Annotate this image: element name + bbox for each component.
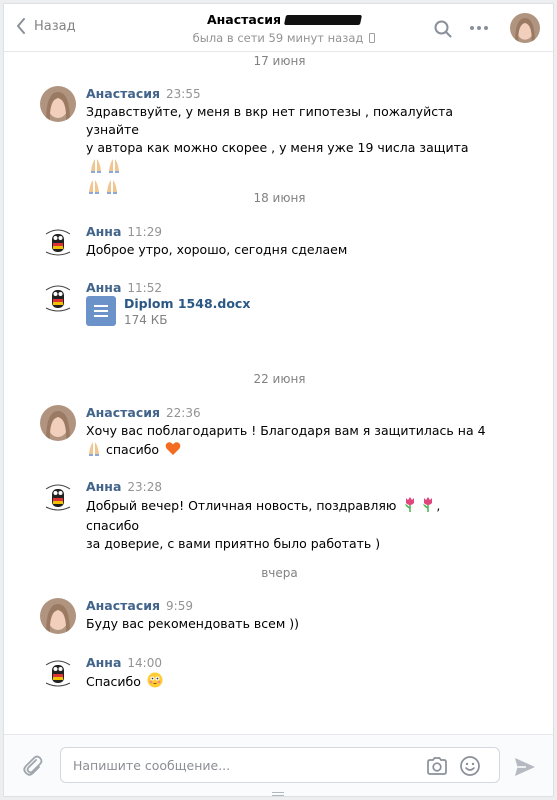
search-button[interactable] [434,20,452,41]
message-text: Доброе утро, хорошо, сегодня сделаем [86,242,348,257]
message-item[interactable]: Анна 11:52 Diplom 1548.docx 174 КБ [40,280,520,340]
send-button[interactable] [514,757,536,780]
last-seen-status: была в сети 59 минут назад [193,31,376,45]
avatar[interactable] [40,479,76,515]
avatar[interactable] [40,224,76,260]
date-separator: 22 июня [253,372,306,386]
tulip-emoji [420,496,436,517]
message-author[interactable]: Анна [86,280,121,295]
send-icon [515,758,535,776]
file-size: 174 КБ [124,313,168,327]
file-name[interactable]: Diplom 1548.docx [124,296,250,311]
search-icon [434,20,452,38]
message-text: Здравствуйте, у меня в вкр нет гипотезы … [86,103,486,199]
message-author[interactable]: Анна [86,224,121,239]
smile-icon [460,756,480,776]
more-dots-icon[interactable] [470,26,488,30]
message-input[interactable] [61,748,401,782]
header-avatar[interactable] [510,13,540,43]
attach-icon [23,755,43,776]
avatar[interactable] [40,280,76,316]
message-author[interactable]: Анна [86,655,121,670]
file-attachment[interactable]: Diplom 1548.docx 174 КБ [86,296,250,327]
message-time[interactable]: 23:28 [127,480,162,494]
message-text: Буду вас рекомендовать всем )) [86,616,300,631]
message-time[interactable]: 14:00 [127,656,162,670]
heart-emoji [165,441,181,461]
date-separator: вчера [261,566,298,580]
redacted-surname [283,14,363,25]
message-item[interactable]: Анна 23:28 Добрый вечер! Отличная новость… [40,479,520,551]
chat-header: Назад Анастасия была в сети 59 минут наз… [4,4,553,52]
message-author[interactable]: Анастасия [86,405,160,420]
avatar[interactable] [40,86,76,122]
back-label: Назад [34,18,76,34]
praying-hands-emoji [106,157,122,178]
emoji-button[interactable] [459,755,481,780]
message-item[interactable]: Анна 11:29 Доброе утро, хорошо, сегодня с… [40,224,520,264]
message-text: Спасибо [86,672,486,693]
message-item[interactable]: Анастасия 23:55 Здравствуйте, у меня в вк… [40,86,520,194]
date-separator: 18 июня [253,191,306,205]
camera-icon [427,757,447,775]
flushed-face-emoji [147,672,163,693]
avatar[interactable] [40,598,76,634]
tulip-emoji [402,496,418,517]
message-text: Хочу вас поблагодарить ! Благодаря вам я… [86,422,486,461]
message-item[interactable]: Анастасия 9:59 Буду вас рекомендовать все… [40,598,520,638]
message-time[interactable]: 22:36 [166,406,201,420]
message-time[interactable]: 11:52 [127,281,162,295]
message-history[interactable]: 17 июня Анастасия 23:55 Здравствуйте, у м… [4,52,553,734]
message-author[interactable]: Анна [86,479,121,494]
resize-grip[interactable] [272,792,284,796]
message-author[interactable]: Анастасия [86,598,160,613]
camera-button[interactable] [426,756,448,779]
header-title-block[interactable]: Анастасия была в сети 59 минут назад [154,12,414,45]
praying-hands-emoji [88,157,104,178]
attach-button[interactable] [22,755,44,780]
message-time[interactable]: 23:55 [166,87,201,101]
back-chevron-icon [17,18,25,34]
message-text: Добрый вечер! Отличная новость, поздравл… [86,496,441,551]
document-icon [86,296,116,326]
message-item[interactable]: Анастасия 22:36 Хочу вас поблагодарить ! … [40,405,520,461]
praying-hands-emoji [86,440,102,461]
message-composer [4,734,553,796]
avatar[interactable] [40,405,76,441]
phone-icon [369,33,376,43]
chat-window: Назад Анастасия была в сети 59 минут наз… [3,3,554,797]
message-input-box[interactable] [60,747,500,783]
date-separator: 17 июня [253,54,306,68]
message-author[interactable]: Анастасия [86,86,160,101]
message-time[interactable]: 9:59 [166,599,193,613]
message-time[interactable]: 11:29 [127,225,162,239]
back-button[interactable]: Назад [16,18,76,34]
message-item[interactable]: Анна 14:00 Спасибо [40,655,520,695]
contact-name[interactable]: Анастасия [207,12,363,27]
avatar[interactable] [40,655,76,691]
